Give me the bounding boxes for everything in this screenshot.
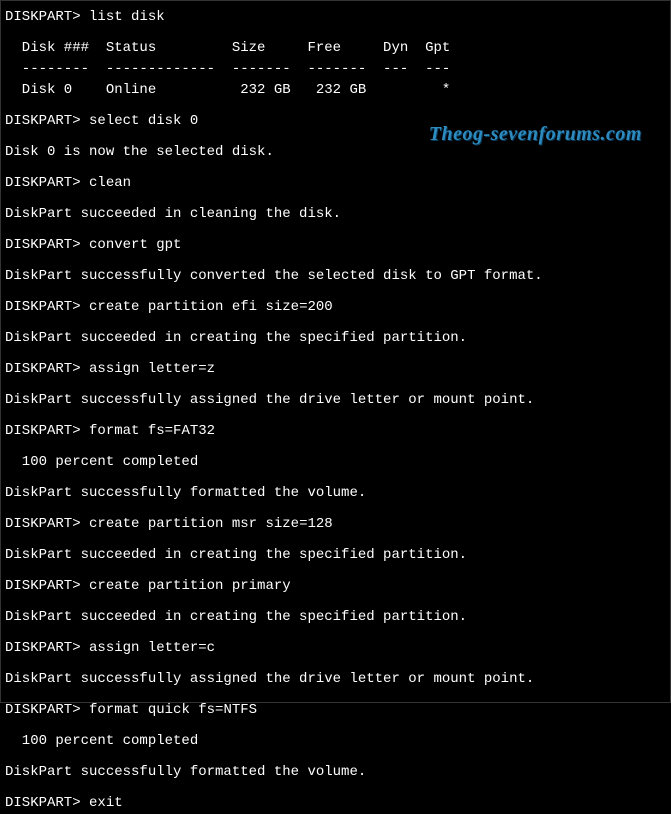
cmd-clean: DISKPART> clean (5, 173, 666, 194)
cmd-format-ntfs: DISKPART> format quick fs=NTFS (5, 700, 666, 721)
table-row: Disk 0 Online 232 GB 232 GB * (5, 80, 666, 101)
out-assign-c: DiskPart successfully assigned the drive… (5, 669, 666, 690)
cmd-assign-c: DISKPART> assign letter=c (5, 638, 666, 659)
out-convert: DiskPart successfully converted the sele… (5, 266, 666, 287)
cmd-format-fat32: DISKPART> format fs=FAT32 (5, 421, 666, 442)
table-header: Disk ### Status Size Free Dyn Gpt (5, 38, 666, 59)
out-create-efi: DiskPart succeeded in creating the speci… (5, 328, 666, 349)
cmd-assign-z: DISKPART> assign letter=z (5, 359, 666, 380)
cmd-create-msr: DISKPART> create partition msr size=128 (5, 514, 666, 535)
cmd-list-disk: DISKPART> list disk (5, 7, 666, 28)
cmd-create-primary: DISKPART> create partition primary (5, 576, 666, 597)
out-percent-2: 100 percent completed (5, 731, 666, 752)
watermark-text: Theog-sevenforums.com (429, 119, 642, 149)
out-clean: DiskPart succeeded in cleaning the disk. (5, 204, 666, 225)
table-divider: -------- ------------- ------- ------- -… (5, 59, 666, 80)
out-percent-1: 100 percent completed (5, 452, 666, 473)
out-create-primary: DiskPart succeeded in creating the speci… (5, 607, 666, 628)
out-format-1: DiskPart successfully formatted the volu… (5, 483, 666, 504)
cmd-exit: DISKPART> exit (5, 793, 666, 814)
cmd-create-efi: DISKPART> create partition efi size=200 (5, 297, 666, 318)
out-assign-z: DiskPart successfully assigned the drive… (5, 390, 666, 411)
out-format-2: DiskPart successfully formatted the volu… (5, 762, 666, 783)
out-create-msr: DiskPart succeeded in creating the speci… (5, 545, 666, 566)
cmd-convert-gpt: DISKPART> convert gpt (5, 235, 666, 256)
